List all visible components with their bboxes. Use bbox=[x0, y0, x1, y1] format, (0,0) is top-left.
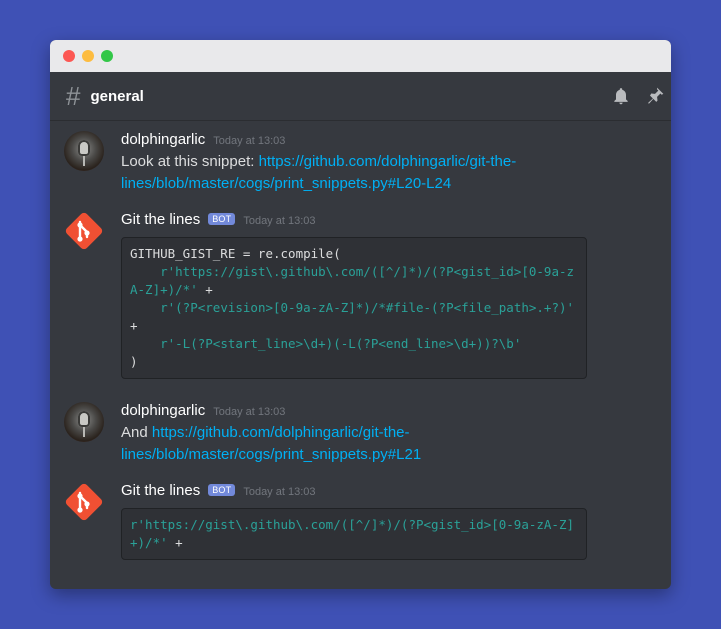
bot-badge: BOT bbox=[208, 484, 236, 496]
channel-header: # general bbox=[50, 72, 671, 121]
code-block[interactable]: GITHUB_GIST_RE = re.compile( r'https://g… bbox=[121, 237, 587, 379]
message-author[interactable]: Git the lines bbox=[121, 482, 200, 499]
message: dolphingarlic Today at 13:03 And https:/… bbox=[50, 402, 671, 466]
code-text: GITHUB_GIST_RE = re.compile( bbox=[130, 246, 341, 261]
code-string: r'https://gist\.github\.com/([^/]*)/(?P<… bbox=[130, 264, 575, 297]
maximize-window-button[interactable] bbox=[101, 50, 113, 62]
code-text: ) bbox=[130, 354, 138, 369]
message-text-prefix: Look at this snippet: bbox=[121, 153, 259, 170]
code-line: r'-L(?P<start_line>\d+)(-L(?P<end_line>\… bbox=[130, 335, 578, 353]
code-string: r'https://gist\.github\.com/([^/]*)/(?P<… bbox=[130, 517, 575, 550]
chat-window: # general dolphingarlic Today at 13:03 L… bbox=[50, 40, 671, 589]
code-string: r'-L(?P<start_line>\d+)(-L(?P<end_line>\… bbox=[160, 336, 522, 351]
user-avatar[interactable] bbox=[64, 402, 104, 442]
code-line: GITHUB_GIST_RE = re.compile( bbox=[130, 245, 578, 263]
message-list: dolphingarlic Today at 13:03 Look at thi… bbox=[50, 121, 671, 560]
hash-icon: # bbox=[66, 81, 81, 111]
channel-name: general bbox=[90, 87, 144, 105]
minimize-window-button[interactable] bbox=[82, 50, 94, 62]
message-text: Look at this snippet: https://github.com… bbox=[121, 151, 561, 195]
git-logo-icon bbox=[65, 483, 103, 521]
close-window-button[interactable] bbox=[63, 50, 75, 62]
message-author[interactable]: dolphingarlic bbox=[121, 131, 205, 148]
user-avatar[interactable] bbox=[64, 131, 104, 171]
message-timestamp: Today at 13:03 bbox=[243, 486, 316, 498]
message-author[interactable]: Git the lines bbox=[121, 211, 200, 228]
git-logo-avatar[interactable] bbox=[64, 482, 104, 522]
bot-badge: BOT bbox=[208, 213, 236, 225]
code-line: ) bbox=[130, 353, 578, 371]
message-text-prefix: And bbox=[121, 424, 152, 441]
code-line: r'(?P<revision>[0-9a-zA-Z]*)/*#file-(?P<… bbox=[130, 299, 578, 335]
message-timestamp: Today at 13:03 bbox=[213, 135, 286, 147]
code-operator: + bbox=[197, 282, 213, 297]
message: dolphingarlic Today at 13:03 Look at thi… bbox=[50, 131, 671, 195]
code-line: r'https://gist\.github\.com/([^/]*)/(?P<… bbox=[130, 516, 578, 552]
message-link[interactable]: https://github.com/dolphingarlic/git-the… bbox=[121, 424, 421, 463]
message-author[interactable]: dolphingarlic bbox=[121, 402, 205, 419]
code-string: r'(?P<revision>[0-9a-zA-Z]*)/*#file-(?P<… bbox=[160, 300, 575, 315]
message-text: And https://github.com/dolphingarlic/git… bbox=[121, 422, 561, 466]
message: Git the lines BOT Today at 13:03 GITHUB_… bbox=[50, 211, 671, 379]
code-block[interactable]: r'https://gist\.github\.com/([^/]*)/(?P<… bbox=[121, 508, 587, 560]
code-operator: + bbox=[167, 535, 183, 550]
message: Git the lines BOT Today at 13:03 r'https… bbox=[50, 482, 671, 560]
git-logo-icon bbox=[65, 212, 103, 250]
code-line: r'https://gist\.github\.com/([^/]*)/(?P<… bbox=[130, 263, 578, 299]
pin-icon[interactable] bbox=[645, 86, 665, 106]
message-timestamp: Today at 13:03 bbox=[243, 215, 316, 227]
bell-icon[interactable] bbox=[611, 86, 631, 106]
title-bar bbox=[50, 40, 671, 72]
git-logo-avatar[interactable] bbox=[64, 211, 104, 251]
message-timestamp: Today at 13:03 bbox=[213, 406, 286, 418]
